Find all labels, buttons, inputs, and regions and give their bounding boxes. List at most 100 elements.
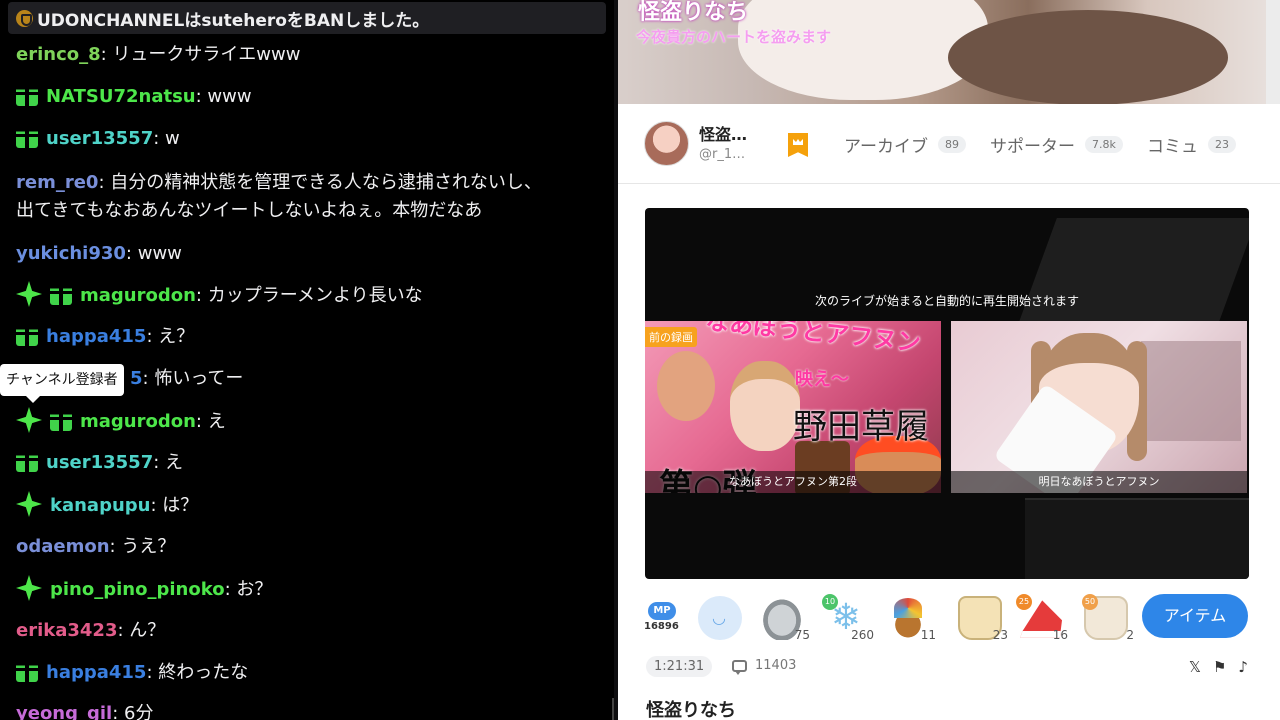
chat-username[interactable]: erinco_8 xyxy=(16,44,101,65)
chat-text: え？ xyxy=(158,326,195,347)
item-button[interactable]: アイテム xyxy=(1142,594,1248,638)
tab-label: アーカイブ xyxy=(844,137,928,157)
gift-count: 16 xyxy=(1052,628,1068,642)
previous-recording-tag: 前の録画 xyxy=(645,327,697,347)
chat-username[interactable]: yukichi930 xyxy=(16,243,126,264)
banner-title: 怪盗りなち xyxy=(638,0,749,25)
tab-archive[interactable]: アーカイブ 89 xyxy=(844,132,966,157)
stream-title: 怪盗りなち xyxy=(646,700,736,720)
chat-message: yukichi930: www xyxy=(16,243,182,264)
gift-count: 23 xyxy=(992,628,1008,642)
gift-level: 10 xyxy=(822,594,838,610)
gift-sub-badge-icon[interactable] xyxy=(50,288,72,305)
chat-message: magurodon: え xyxy=(16,407,606,436)
mp-points[interactable]: MP 16896 xyxy=(644,602,680,632)
chat-username[interactable]: user13557 xyxy=(46,452,153,473)
chat-username[interactable]: yeong_gil xyxy=(16,703,112,720)
chat-username[interactable]: happa415 xyxy=(46,662,146,683)
gift-snowflake[interactable]: ❄ 10 260 xyxy=(822,594,874,642)
gift-sub-badge-icon[interactable] xyxy=(16,131,38,148)
banner-subtitle: 今夜貴方のハートを盗みます xyxy=(636,28,832,46)
chat-message: yeong_gil: 6分 xyxy=(16,700,606,720)
chat-text: お？ xyxy=(236,579,273,600)
ban-notice-text: UDONCHANNELはsuteheroをBANしました。 xyxy=(37,10,430,31)
autoplay-notice: 次のライブが始まると自動的に再生開始されます xyxy=(814,294,1079,308)
gift-smile[interactable] xyxy=(696,594,744,642)
chat-username[interactable]: pino_pino_pinoko xyxy=(50,579,225,600)
thumbnail-image xyxy=(657,351,715,421)
chat-text: うえ？ xyxy=(121,536,176,557)
channel-banner: 怪盗りなち 今夜貴方のハートを盗みます xyxy=(618,0,1280,104)
comment-count: 11403 xyxy=(732,658,796,675)
chat-username[interactable]: odaemon xyxy=(16,536,110,557)
stream-duration: 1:21:31 xyxy=(646,656,713,677)
tab-supporters[interactable]: サポーター 7.8k xyxy=(990,132,1123,157)
chat-text: 終わったな xyxy=(158,662,249,683)
chat-username[interactable]: user13557 xyxy=(46,128,153,149)
gift-rocket[interactable]: 11 xyxy=(884,594,936,642)
tab-count: 23 xyxy=(1208,136,1236,153)
tab-label: サポーター xyxy=(990,137,1075,157)
tab-community[interactable]: コミュ 23 xyxy=(1147,132,1236,157)
gift-sub-badge-icon[interactable] xyxy=(16,89,38,106)
chat-text: カップラーメンより長いな xyxy=(207,285,423,306)
chat-panel: UDONCHANNELはsuteheroをBANしました。 erinco_8: … xyxy=(0,0,614,720)
chat-username[interactable]: NATSU72natsu xyxy=(46,86,196,107)
screen: UDONCHANNELはsuteheroをBANしました。 erinco_8: … xyxy=(0,0,1280,720)
chat-scrollbar[interactable] xyxy=(612,698,614,720)
x-share-icon[interactable]: 𝕏 xyxy=(1189,658,1201,676)
gift-count: 260 xyxy=(851,628,874,642)
gift-disc[interactable]: 75 xyxy=(758,594,810,642)
gift-sub-badge-icon[interactable] xyxy=(16,665,38,682)
chat-message: rem_re0: 自分の精神状態を管理できる人なら逮捕されないし、 出てきてもな… xyxy=(16,172,542,221)
thumbnail-pink-text: なあぼうとアフヌン xyxy=(704,321,922,358)
chat-message: kanapupu: は？ xyxy=(16,491,606,520)
chat-username[interactable]: kanapupu xyxy=(50,495,150,516)
mp-badge: MP xyxy=(648,602,676,620)
chat-message: pino_pino_pinoko: お？ xyxy=(16,575,606,604)
thumbnail-caption: なあぼうとアフヌン第2段 xyxy=(645,471,941,493)
gift-cup2[interactable]: 50 2 xyxy=(1082,594,1134,642)
sparkle-badge-icon[interactable] xyxy=(16,575,42,601)
ban-notice: UDONCHANNELはsuteheroをBANしました。 xyxy=(8,2,606,34)
chat-text: www xyxy=(137,243,182,264)
video-player[interactable]: 次のライブが始まると自動的に再生開始されます なあぼうとアフヌン 映え〜 野田草… xyxy=(645,208,1249,579)
gift-cup[interactable]: 23 xyxy=(956,594,1008,642)
player-background xyxy=(1025,498,1249,579)
flag-report-icon[interactable]: ⚑ xyxy=(1213,658,1226,676)
gift-sub-badge-icon[interactable] xyxy=(50,414,72,431)
gift-santa-hat[interactable]: 25 16 xyxy=(1016,594,1068,642)
tab-count: 7.8k xyxy=(1085,136,1123,153)
avatar[interactable] xyxy=(644,121,689,166)
gift-sub-badge-icon[interactable] xyxy=(16,329,38,346)
thumbnail-caption: 明日なあぼうとアフヌン xyxy=(951,471,1247,493)
chat-message: magurodon: カップラーメンより長いな xyxy=(16,281,606,310)
gift-sub-badge-icon[interactable] xyxy=(16,455,38,472)
mp-value: 16896 xyxy=(644,621,679,632)
sparkle-badge-icon[interactable] xyxy=(16,281,42,307)
chat-text: w xyxy=(165,128,180,149)
chat-message: odaemon: うえ？ xyxy=(16,536,176,557)
thumbnail-big-text: 野田草履 xyxy=(793,407,929,447)
chat-username[interactable]: 5 xyxy=(130,368,143,389)
tab-label: コミュ xyxy=(1147,137,1198,157)
bookmark-crown-icon[interactable] xyxy=(788,133,808,157)
music-note-icon[interactable]: ♪ xyxy=(1238,658,1248,676)
chat-text: 自分の精神状態を管理できる人なら逮捕されないし、 xyxy=(110,172,542,193)
chat-username[interactable]: happa415 xyxy=(46,326,146,347)
gift-count: 2 xyxy=(1126,628,1134,642)
sparkle-badge-icon[interactable] xyxy=(16,491,42,517)
chat-username[interactable]: rem_re0 xyxy=(16,172,98,193)
thumbnail-image xyxy=(1141,341,1241,441)
sparkle-badge-icon[interactable] xyxy=(16,407,42,433)
chat-username[interactable]: magurodon xyxy=(80,285,196,306)
tab-count: 89 xyxy=(937,136,966,153)
next-stream-thumbnail[interactable]: 明日なあぼうとアフヌン xyxy=(951,321,1247,493)
chat-text: リュークサライエwww xyxy=(112,44,301,65)
chat-username[interactable]: magurodon xyxy=(80,411,196,432)
previous-recording-thumbnail[interactable]: なあぼうとアフヌン 映え〜 野田草履 第○弾 前の録画 なあぼうとアフヌン第2段 xyxy=(645,321,941,493)
chat-username[interactable]: erika3423 xyxy=(16,620,117,641)
profile-name[interactable]: 怪盗… xyxy=(699,121,747,145)
chat-message: user13557: え xyxy=(16,449,606,477)
thumbnail-pink-text-2: 映え〜 xyxy=(795,369,849,390)
